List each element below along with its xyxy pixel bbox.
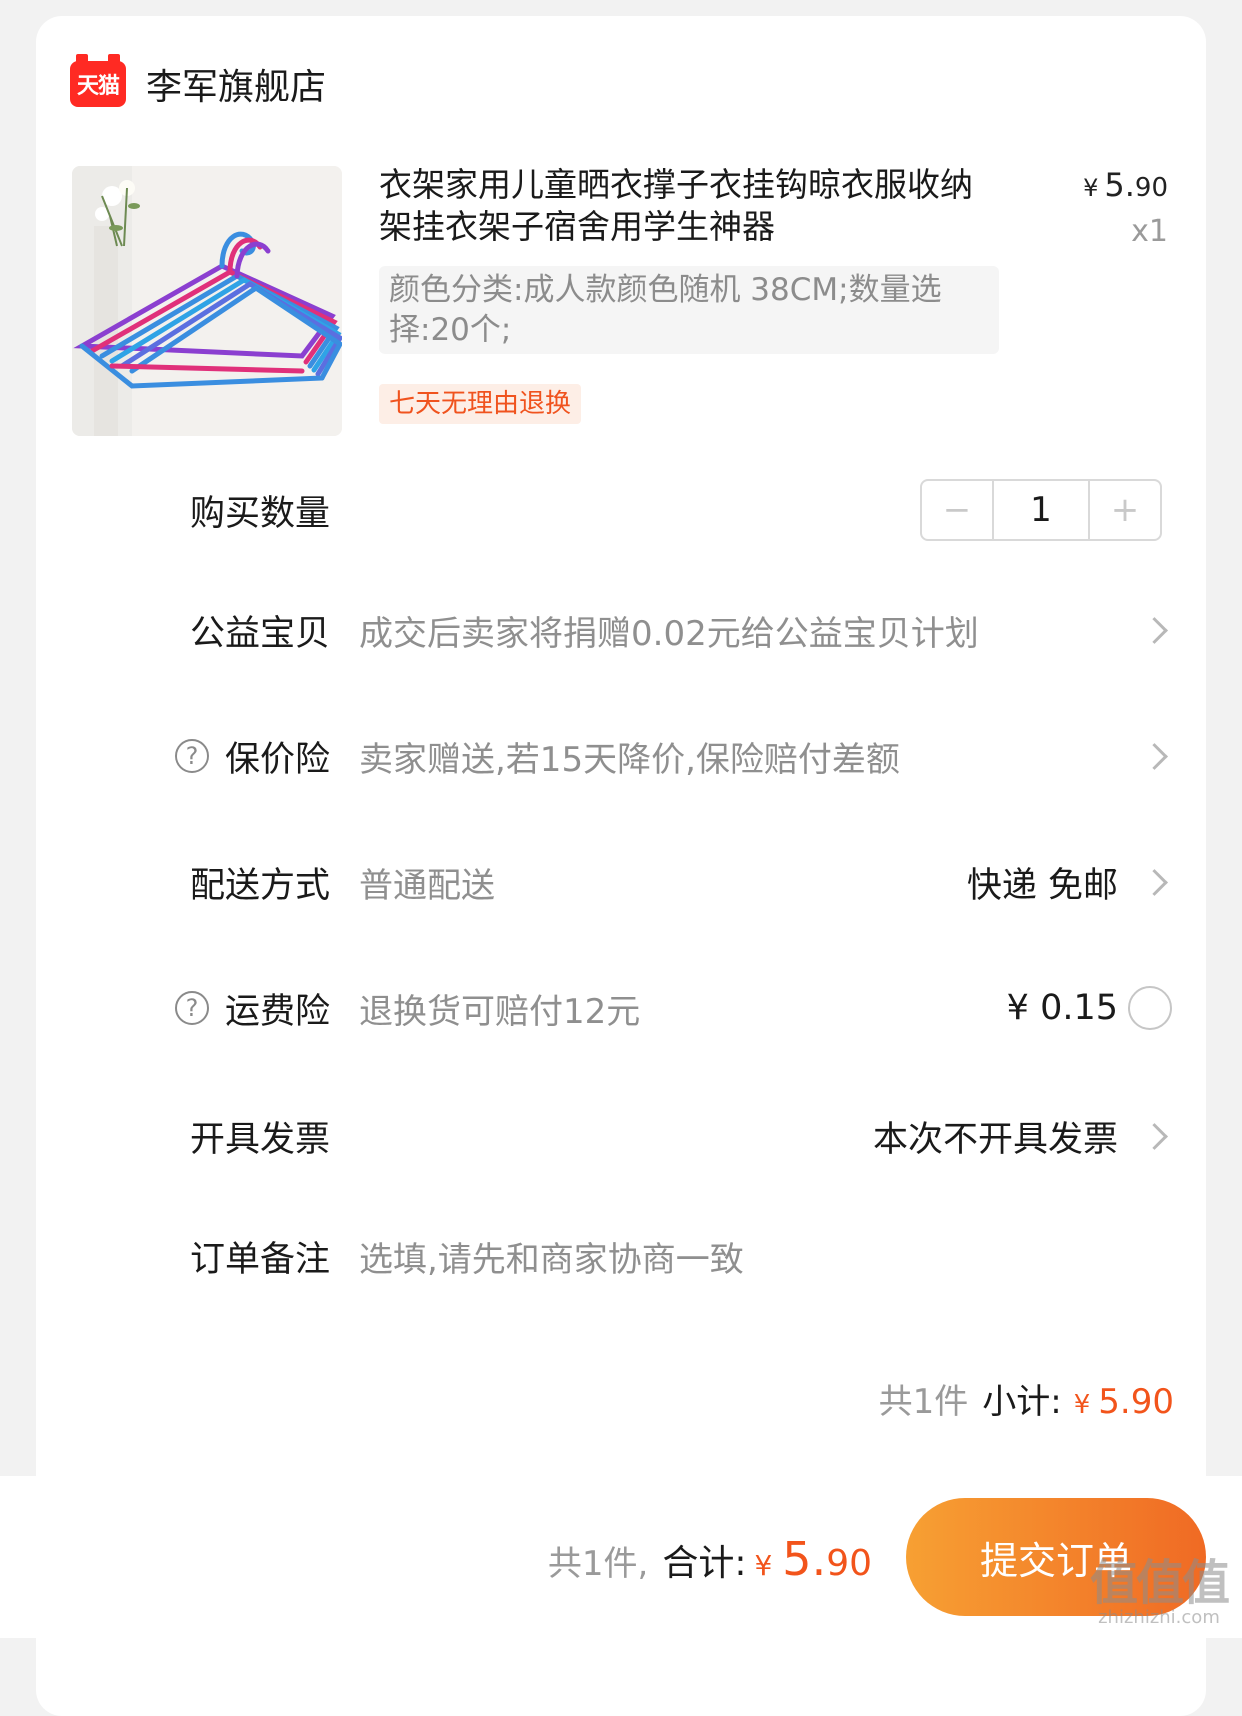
chevron-right-icon: [1141, 742, 1168, 770]
order-note-row: 订单备注 选填,请先和商家协商一致: [36, 1216, 1206, 1296]
invoice-row[interactable]: 开具发票 本次不开具发票: [36, 1096, 1206, 1176]
subtotal: 共1件 小计: ¥5.90: [879, 1374, 1174, 1423]
decrement-button[interactable]: −: [922, 481, 992, 539]
delivery-row[interactable]: 配送方式 普通配送 快递 免邮: [36, 842, 1206, 922]
product-title[interactable]: 衣架家用儿童晒衣撑子衣挂钩晾衣服收纳架挂衣架子宿舍用学生神器: [379, 164, 989, 248]
increment-button[interactable]: +: [1090, 481, 1160, 539]
quantity-row: 购买数量 − 1 +: [36, 470, 1206, 550]
help-icon[interactable]: ?: [174, 991, 209, 1025]
quantity-stepper: − 1 +: [920, 479, 1162, 541]
shipping-insurance-label: ? 运费险: [174, 983, 330, 1034]
order-card: 天猫 李军旗舰店 衣架家用儿童晒衣撑子衣挂钩晾衣服收纳架挂衣架子宿舍用学生神器 …: [36, 16, 1206, 1716]
price-integer: 5.: [1104, 166, 1135, 204]
price-protection-description: 卖家赠送,若15天降价,保险赔付差额: [359, 739, 900, 780]
price-protection-label-text: 保价险: [224, 739, 330, 780]
charity-description: 成交后卖家将捐赠0.02元给公益宝贝计划: [359, 613, 979, 654]
quantity-label: 购买数量: [189, 493, 330, 534]
chevron-right-icon: [1141, 616, 1168, 644]
invoice-value: 本次不开具发票: [872, 1119, 1118, 1160]
delivery-label: 配送方式: [189, 865, 330, 906]
currency-symbol: ¥: [754, 1549, 773, 1582]
order-note-input[interactable]: 选填,请先和商家协商一致: [359, 1232, 744, 1281]
sku-info: 颜色分类:成人款颜色随机 38CM;数量选择:20个;: [379, 266, 999, 354]
delivery-description: 普通配送: [359, 865, 495, 906]
shop-header[interactable]: 天猫 李军旗舰店: [70, 54, 326, 112]
price-decimal: 90: [1134, 173, 1168, 203]
price-protection-row[interactable]: ? 保价险 卖家赠送,若15天降价,保险赔付差额: [36, 716, 1206, 796]
shipping-insurance-price: ¥ 0.15: [1006, 988, 1118, 1028]
help-icon[interactable]: ?: [174, 739, 209, 773]
currency-symbol: ¥: [1073, 1390, 1091, 1420]
shipping-insurance-row: ? 运费险 退换货可赔付12元 ¥ 0.15: [36, 968, 1206, 1048]
shop-name[interactable]: 李军旗舰店: [146, 58, 326, 110]
product-image[interactable]: [72, 166, 342, 436]
price-protection-label: ? 保价险: [174, 731, 330, 782]
unit-price: ¥5.90: [1083, 164, 1168, 209]
order-total: 共1件, 合计: ¥5.90: [548, 1532, 872, 1586]
total-integer: 5.: [782, 1532, 827, 1586]
total-decimal: 90: [826, 1543, 872, 1584]
total-amount: ¥5.90: [754, 1532, 872, 1586]
subtotal-label: 小计:: [982, 1382, 1062, 1422]
subtotal-amount: ¥5.90: [1074, 1382, 1174, 1422]
shipping-insurance-radio[interactable]: [1128, 986, 1172, 1030]
quantity-input[interactable]: 1: [992, 481, 1090, 539]
order-note-label: 订单备注: [189, 1239, 330, 1280]
chevron-right-icon: [1141, 868, 1168, 896]
delivery-value: 快递 免邮: [966, 865, 1118, 906]
hanger-product-photo: [72, 166, 342, 436]
checkout-bar: 共1件, 合计: ¥5.90 提交订单: [0, 1476, 1242, 1638]
submit-order-button[interactable]: 提交订单: [906, 1498, 1206, 1616]
shipping-insurance-description: 退换货可赔付12元: [359, 991, 641, 1032]
total-count: 共1件,: [547, 1544, 649, 1584]
currency-symbol: ¥: [1083, 174, 1099, 202]
tmall-logo-icon: 天猫: [70, 54, 126, 107]
return-policy-tag: 七天无理由退换: [379, 384, 582, 424]
subtotal-value: 5.90: [1098, 1382, 1174, 1422]
subtotal-count: 共1件: [878, 1382, 969, 1422]
shipping-insurance-label-text: 运费险: [224, 991, 330, 1032]
item-quantity: x1: [1131, 214, 1168, 249]
charity-row[interactable]: 公益宝贝 成交后卖家将捐赠0.02元给公益宝贝计划: [36, 590, 1206, 670]
total-label: 合计:: [662, 1543, 747, 1584]
price-column: ¥5.90 x1: [1083, 164, 1168, 255]
charity-label: 公益宝贝: [189, 613, 330, 654]
chevron-right-icon: [1141, 1122, 1168, 1150]
invoice-label: 开具发票: [189, 1119, 330, 1160]
